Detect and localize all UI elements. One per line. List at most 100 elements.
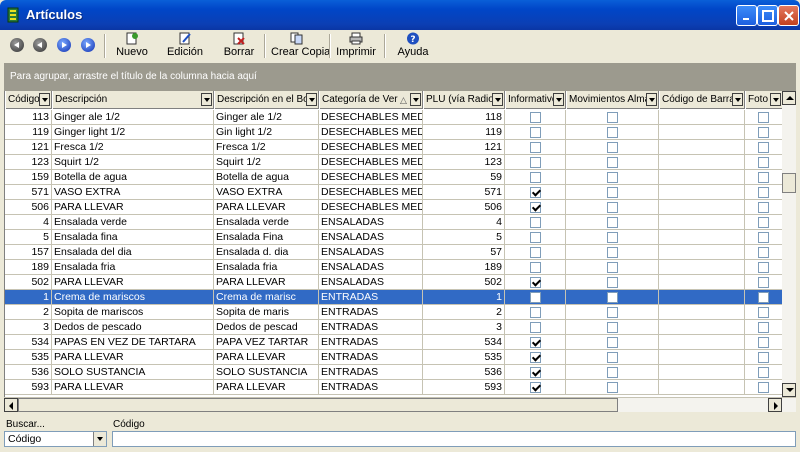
cell-plu[interactable]: 3 <box>423 320 505 335</box>
cell-codigo-barras[interactable] <box>659 305 745 320</box>
cell-categoria[interactable]: ENTRADAS <box>319 335 423 350</box>
checkbox-foto[interactable] <box>758 262 769 273</box>
scroll-right-button[interactable] <box>768 398 782 412</box>
column-filter-icon[interactable] <box>770 93 781 106</box>
cell-plu[interactable]: 4 <box>423 215 505 230</box>
table-row[interactable]: 123Squirt 1/2Squirt 1/2DESECHABLES MED O… <box>5 155 782 170</box>
column-filter-icon[interactable] <box>732 93 743 106</box>
cell-codigo-barras[interactable] <box>659 140 745 155</box>
cell-categoria[interactable]: DESECHABLES MED O <box>319 125 423 140</box>
cell-codigo[interactable]: 157 <box>5 245 52 260</box>
checkbox-movimientos[interactable] <box>607 232 618 243</box>
cell-categoria[interactable]: ENTRADAS <box>319 305 423 320</box>
cell-plu[interactable]: 5 <box>423 230 505 245</box>
cell-plu[interactable]: 2 <box>423 305 505 320</box>
checkbox-informativo[interactable] <box>530 322 541 333</box>
cell-descripcion[interactable]: Ensalada fina <box>52 230 214 245</box>
checkbox-foto[interactable] <box>758 307 769 318</box>
checkbox-informativo[interactable] <box>530 142 541 153</box>
checkbox-informativo[interactable] <box>530 112 541 123</box>
checkbox-foto[interactable] <box>758 127 769 138</box>
checkbox-informativo[interactable] <box>530 277 541 288</box>
checkbox-foto[interactable] <box>758 277 769 288</box>
checkbox-informativo[interactable] <box>530 352 541 363</box>
cell-categoria[interactable]: DESECHABLES MED O <box>319 200 423 215</box>
cell-plu[interactable]: 535 <box>423 350 505 365</box>
checkbox-movimientos[interactable] <box>607 112 618 123</box>
cell-categoria[interactable]: DESECHABLES MED O <box>319 185 423 200</box>
checkbox-foto[interactable] <box>758 187 769 198</box>
cell-descripcion[interactable]: VASO EXTRA <box>52 185 214 200</box>
cell-codigo-barras[interactable] <box>659 155 745 170</box>
next-record-button[interactable] <box>57 38 71 52</box>
column-header-foto[interactable]: Foto <box>745 91 782 109</box>
checkbox-foto[interactable] <box>758 157 769 168</box>
cell-boton[interactable]: SOLO SUSTANCIA <box>214 365 319 380</box>
checkbox-informativo[interactable] <box>530 337 541 348</box>
cell-boton[interactable]: Crema de marisc <box>214 290 319 305</box>
cell-boton[interactable]: Dedos de pescad <box>214 320 319 335</box>
cell-plu[interactable]: 593 <box>423 380 505 395</box>
checkbox-informativo[interactable] <box>530 247 541 258</box>
cell-codigo[interactable]: 535 <box>5 350 52 365</box>
cell-descripcion[interactable]: Ensalada del dia <box>52 245 214 260</box>
first-record-button[interactable] <box>10 38 24 52</box>
scroll-up-button[interactable] <box>782 91 796 105</box>
checkbox-foto[interactable] <box>758 367 769 378</box>
cell-descripcion[interactable]: PARA LLEVAR <box>52 350 214 365</box>
checkbox-foto[interactable] <box>758 172 769 183</box>
table-row[interactable]: 502 PARA LLEVAR PARA LLEVAR ENSALADAS 502 <box>5 275 782 290</box>
checkbox-movimientos[interactable] <box>607 157 618 168</box>
cell-categoria[interactable]: ENSALADAS <box>319 260 423 275</box>
table-row[interactable]: 119 Ginger light 1/2 Gin light 1/2 DESECHAB… <box>5 125 782 140</box>
table-row[interactable]: 534 PAPAS EN VEZ DE TARTARA PAPA VEZ TARTA… <box>5 335 782 350</box>
checkbox-movimientos[interactable] <box>607 142 618 153</box>
checkbox-foto[interactable] <box>758 142 769 153</box>
cell-descripcion[interactable]: PARA LLEVAR <box>52 200 214 215</box>
column-filter-icon[interactable] <box>410 93 421 106</box>
cell-plu[interactable]: 1 <box>423 290 505 305</box>
cell-boton[interactable]: Fresca 1/2 <box>214 140 319 155</box>
table-row[interactable]: 593 PARA LLEVAR PARA LLEVAR ENTRADAS 593 <box>5 380 782 395</box>
cell-descripcion[interactable]: Crema de mariscos <box>52 290 214 305</box>
checkbox-movimientos[interactable] <box>607 202 618 213</box>
column-header-movimientos[interactable]: Movimientos Almac <box>566 91 659 109</box>
column-filter-icon[interactable] <box>492 93 503 106</box>
table-row[interactable]: 536 SOLO SUSTANCIA SOLO SUSTANCIA ENTRADAS 5… <box>5 365 782 380</box>
cell-plu[interactable]: 123 <box>423 155 505 170</box>
borrar-button[interactable]: Borrar <box>222 32 256 60</box>
cell-boton[interactable]: PARA LLEVAR <box>214 275 319 290</box>
checkbox-foto[interactable] <box>758 217 769 228</box>
checkbox-movimientos[interactable] <box>607 337 618 348</box>
cell-codigo-barras[interactable] <box>659 200 745 215</box>
cell-codigo[interactable]: 121 <box>5 140 52 155</box>
checkbox-informativo[interactable] <box>530 217 541 228</box>
cell-categoria[interactable]: ENTRADAS <box>319 290 423 305</box>
cell-boton[interactable]: Squirt 1/2 <box>214 155 319 170</box>
cell-descripcion[interactable]: Sopita de mariscos <box>52 305 214 320</box>
table-row[interactable]: 1 Crema de mariscos Crema de marisc ENTRADA… <box>5 290 782 305</box>
imprimir-button[interactable]: Imprimir <box>336 32 376 60</box>
column-filter-icon[interactable] <box>646 93 657 106</box>
cell-boton[interactable]: Sopita de maris <box>214 305 319 320</box>
cell-plu[interactable]: 59 <box>423 170 505 185</box>
checkbox-foto[interactable] <box>758 202 769 213</box>
checkbox-movimientos[interactable] <box>607 262 618 273</box>
cell-codigo[interactable]: 534 <box>5 335 52 350</box>
prev-record-button[interactable] <box>33 38 47 52</box>
scroll-left-button[interactable] <box>4 398 18 412</box>
last-record-button[interactable] <box>81 38 95 52</box>
cell-plu[interactable]: 118 <box>423 110 505 125</box>
cell-boton[interactable]: PARA LLEVAR <box>214 350 319 365</box>
cell-categoria[interactable]: ENTRADAS <box>319 365 423 380</box>
cell-descripcion[interactable]: Ensalada verde <box>52 215 214 230</box>
cell-codigo[interactable]: 571 <box>5 185 52 200</box>
cell-codigo-barras[interactable] <box>659 320 745 335</box>
chevron-down-icon[interactable] <box>93 432 106 446</box>
cell-boton[interactable]: PAPA VEZ TARTAR <box>214 335 319 350</box>
table-row[interactable]: 4 Ensalada verde Ensalada verde ENSALADAS 4 <box>5 215 782 230</box>
cell-codigo-barras[interactable] <box>659 260 745 275</box>
cell-codigo[interactable]: 502 <box>5 275 52 290</box>
checkbox-movimientos[interactable] <box>607 172 618 183</box>
cell-descripcion[interactable]: Squirt 1/2 <box>52 155 214 170</box>
